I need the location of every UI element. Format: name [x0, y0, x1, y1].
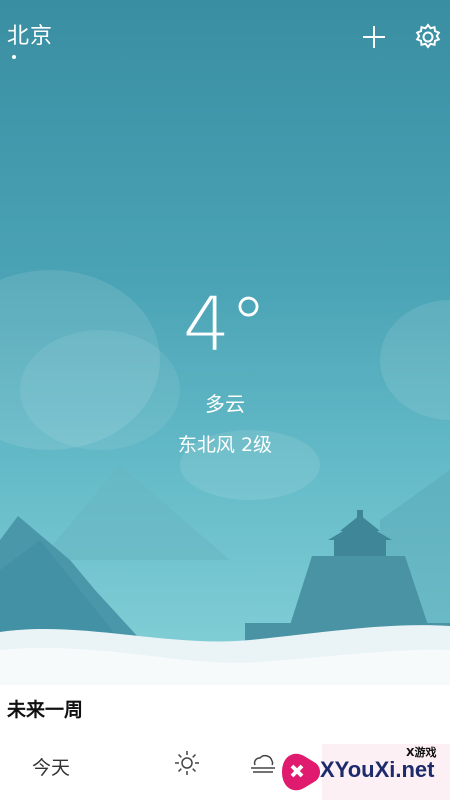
- weather-condition: 多云: [205, 392, 245, 416]
- forecast-day-label: 今天: [32, 757, 71, 779]
- sun-icon: [175, 751, 199, 775]
- page-indicator-dot: [12, 55, 16, 59]
- add-city-button[interactable]: [357, 20, 391, 54]
- plus-icon: [363, 26, 385, 48]
- section-title: 未来一周: [7, 699, 84, 721]
- weather-screen: 北京 4° 多云 东北风 2级 未来一周 今天 X游戏 XYouXi.net: [0, 0, 450, 800]
- settings-button[interactable]: [411, 20, 445, 54]
- wind-info: 东北风 2级: [177, 434, 273, 456]
- watermark-text: XYouXi.net: [320, 757, 435, 782]
- city-name[interactable]: 北京: [7, 18, 53, 50]
- fog-icon: [251, 754, 275, 773]
- gear-icon: [415, 23, 441, 49]
- current-temperature: 4°: [182, 282, 268, 368]
